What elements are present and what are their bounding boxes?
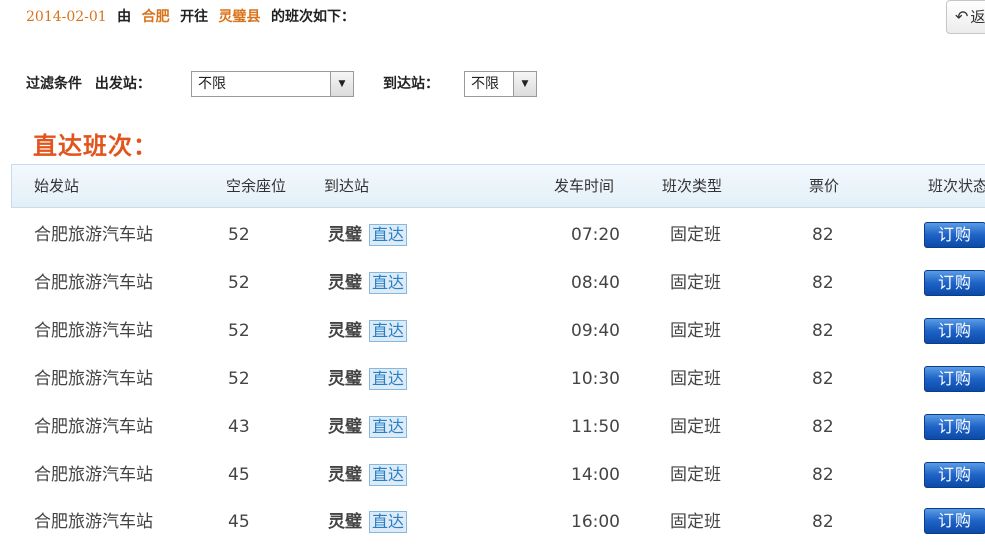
- travel-date: 2014-02-01: [26, 9, 107, 25]
- destination: 灵璧: [328, 417, 362, 437]
- from-word: 由: [117, 9, 132, 25]
- schedule-type: 固定班: [670, 417, 721, 437]
- direct-tag: 直达: [369, 416, 408, 438]
- destination: 灵璧: [328, 369, 362, 389]
- table-row: 合肥旅游汽车站 52 灵璧 直达 07:20 固定班 82 订购: [0, 211, 985, 259]
- ticket-price: 82: [812, 321, 834, 341]
- schedule-type: 固定班: [670, 225, 721, 245]
- arrival-label: 到达站：: [383, 76, 439, 92]
- table-row: 合肥旅游汽车站 52 灵璧 直达 10:30 固定班 82 订购: [0, 355, 985, 403]
- table-row: 合肥旅游汽车站 52 灵璧 直达 09:40 固定班 82 订购: [0, 307, 985, 355]
- back-button-label: 返: [970, 8, 985, 26]
- departure-time: 10:30: [571, 369, 620, 389]
- departure-time: 11:50: [571, 417, 620, 437]
- direct-tag: 直达: [369, 272, 408, 294]
- schedule-type: 固定班: [670, 369, 721, 389]
- departure-time: 16:00: [571, 512, 620, 532]
- destination: 灵璧: [328, 273, 362, 293]
- buy-button[interactable]: 订购: [924, 318, 985, 344]
- origin-city: 合肥: [141, 9, 170, 25]
- direct-tag: 直达: [369, 511, 408, 533]
- buy-button[interactable]: 订购: [924, 508, 985, 534]
- col-header-seats: 空余座位: [226, 177, 287, 195]
- origin-station: 合肥旅游汽车站: [34, 369, 153, 389]
- origin-station: 合肥旅游汽车站: [34, 417, 153, 437]
- schedule-type: 固定班: [670, 321, 721, 341]
- seats-available: 52: [228, 225, 250, 245]
- ticket-price: 82: [812, 225, 834, 245]
- col-header-dest: 到达站: [324, 177, 370, 195]
- schedule-type: 固定班: [670, 273, 721, 293]
- section-title: 直达班次：: [33, 132, 158, 160]
- destination: 灵璧: [328, 225, 362, 245]
- origin-station: 合肥旅游汽车站: [34, 321, 153, 341]
- arrival-select-value: 不限: [471, 76, 499, 92]
- origin-station: 合肥旅游汽车站: [34, 273, 153, 293]
- ticket-price: 82: [812, 369, 834, 389]
- direct-tag: 直达: [369, 464, 408, 486]
- route-summary: 2014-02-01 由 合肥 开往 灵璧县 的班次如下：: [26, 6, 361, 28]
- back-button[interactable]: ↶ 返: [946, 0, 985, 34]
- schedule-type: 固定班: [670, 512, 721, 532]
- seats-available: 52: [228, 321, 250, 341]
- col-header-origin: 始发站: [34, 177, 80, 195]
- buy-button[interactable]: 订购: [924, 222, 985, 248]
- chevron-down-icon[interactable]: ▼: [513, 72, 536, 96]
- direct-tag: 直达: [369, 224, 408, 246]
- departure-select-value: 不限: [198, 76, 226, 92]
- direct-tag: 直达: [369, 320, 408, 342]
- return-arrow-icon: ↶: [955, 7, 969, 26]
- origin-station: 合肥旅游汽车站: [34, 512, 153, 532]
- departure-time: 07:20: [571, 225, 620, 245]
- destination-city: 灵璧县: [218, 9, 261, 25]
- col-header-time: 发车时间: [554, 177, 615, 195]
- buy-button[interactable]: 订购: [924, 366, 985, 392]
- buy-button[interactable]: 订购: [924, 462, 985, 488]
- departure-time: 09:40: [571, 321, 620, 341]
- departure-time: 08:40: [571, 273, 620, 293]
- filter-bar: 过滤条件 出发站：: [26, 70, 151, 98]
- destination: 灵璧: [328, 321, 362, 341]
- table-row: 合肥旅游汽车站 45 灵璧 直达 16:00 固定班 82 订购: [0, 487, 985, 536]
- buy-button[interactable]: 订购: [924, 270, 985, 296]
- seats-available: 52: [228, 369, 250, 389]
- chevron-down-icon[interactable]: ▼: [330, 72, 353, 96]
- destination: 灵璧: [328, 512, 362, 532]
- departure-label: 出发站：: [94, 76, 151, 92]
- table-row: 合肥旅游汽车站 43 灵璧 直达 11:50 固定班 82 订购: [0, 403, 985, 451]
- table-header: 始发站 空余座位 到达站 发车时间 班次类型 票价 班次状态: [11, 164, 985, 208]
- ticket-price: 82: [812, 273, 834, 293]
- origin-station: 合肥旅游汽车站: [34, 225, 153, 245]
- summary-suffix: 的班次如下：: [270, 9, 355, 25]
- buy-button[interactable]: 订购: [924, 414, 985, 440]
- arrival-select[interactable]: 不限 ▼: [464, 71, 537, 97]
- filter-label: 过滤条件: [26, 76, 82, 92]
- arrival-filter: 到达站：: [383, 70, 439, 98]
- departure-select[interactable]: 不限 ▼: [191, 71, 354, 97]
- direct-tag: 直达: [369, 368, 408, 390]
- ticket-price: 82: [812, 512, 834, 532]
- col-header-status: 班次状态: [928, 177, 985, 195]
- col-header-type: 班次类型: [662, 177, 723, 195]
- ticket-price: 82: [812, 417, 834, 437]
- table-row: 合肥旅游汽车站 52 灵璧 直达 08:40 固定班 82 订购: [0, 259, 985, 307]
- to-word: 开往: [180, 9, 209, 25]
- seats-available: 45: [228, 512, 250, 532]
- seats-available: 43: [228, 417, 250, 437]
- seats-available: 52: [228, 273, 250, 293]
- col-header-price: 票价: [809, 177, 840, 195]
